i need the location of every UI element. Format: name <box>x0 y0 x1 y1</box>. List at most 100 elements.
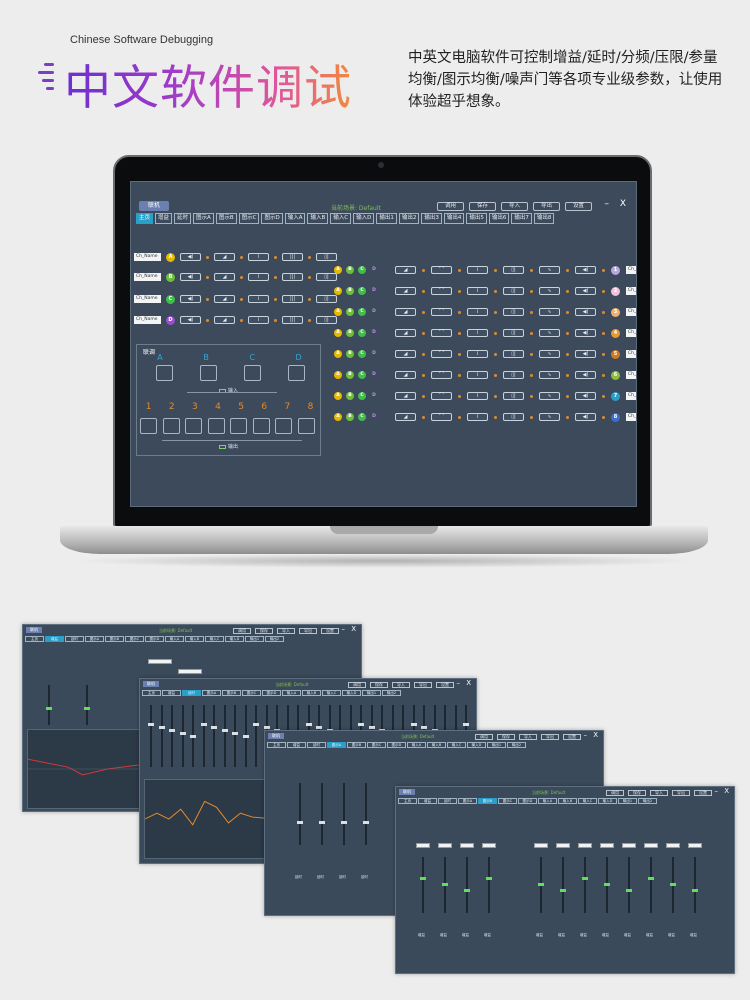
mute-toggle[interactable] <box>416 843 430 848</box>
output-module-button[interactable]: ◀) <box>575 413 596 421</box>
eq-band-knob[interactable] <box>253 723 259 726</box>
window-tab[interactable]: 图示A <box>202 690 221 696</box>
route-badge[interactable]: D <box>370 266 378 274</box>
eq-band-knob[interactable] <box>232 732 238 735</box>
route-badge[interactable]: B <box>346 413 354 421</box>
window-action-button[interactable]: 导入 <box>519 734 537 740</box>
input-module-button[interactable]: ▯| <box>316 273 337 281</box>
route-badge[interactable]: B <box>346 392 354 400</box>
window-tab[interactable]: 主页 <box>25 636 44 642</box>
output-module-button[interactable]: ⌇ <box>467 287 488 295</box>
output-module-button[interactable]: ◀) <box>575 266 596 274</box>
output-module-button[interactable]: ∿ <box>539 392 560 400</box>
window-tab[interactable]: 增益 <box>287 742 306 748</box>
window-tab[interactable]: 输出2 <box>507 742 526 748</box>
window-action-button[interactable]: 调用 <box>348 682 366 688</box>
output-link-toggle[interactable] <box>207 418 225 434</box>
window-controls[interactable]: – X <box>341 625 358 633</box>
tab-13[interactable]: 输出3 <box>421 213 442 224</box>
window-tab[interactable]: 输出2 <box>382 690 401 696</box>
window-tab[interactable]: 输入B <box>558 798 577 804</box>
window-tab[interactable]: 输入A <box>282 690 301 696</box>
input-module-button[interactable]: ⌇ <box>248 295 269 303</box>
eq-band-slider[interactable] <box>150 705 152 767</box>
eq-band-knob[interactable] <box>421 726 427 729</box>
window-tab[interactable]: 输入B <box>302 690 321 696</box>
window-connect-button[interactable]: 联机 <box>399 789 415 795</box>
output-module-button[interactable]: ◢ <box>395 308 416 316</box>
output-module-button[interactable]: ⌇ <box>467 413 488 421</box>
output-module-button[interactable]: ▯| <box>503 392 524 400</box>
tab-16[interactable]: 输出6 <box>488 213 510 224</box>
gain-slider[interactable] <box>86 685 88 725</box>
tab-2[interactable]: 延时 <box>174 213 192 224</box>
window-tab[interactable]: 增益 <box>418 798 437 804</box>
eq-band-knob[interactable] <box>463 723 469 726</box>
window-tab[interactable]: 输出1 <box>487 742 506 748</box>
channel-fader[interactable] <box>650 857 652 913</box>
input-link-toggle[interactable] <box>244 365 261 381</box>
output-module-button[interactable]: ⌇ <box>467 266 488 274</box>
window-action-button[interactable]: 保存 <box>255 628 273 634</box>
window-tab[interactable]: 图示A <box>85 636 104 642</box>
route-badge[interactable]: D <box>370 308 378 316</box>
eq-band-knob[interactable] <box>158 726 165 729</box>
eq-band-slider[interactable] <box>213 705 215 767</box>
output-module-button[interactable]: ◢ <box>395 350 416 358</box>
route-badge[interactable]: D <box>370 392 378 400</box>
input-module-button[interactable]: ◢ <box>214 295 235 303</box>
window-tab[interactable]: 图示B <box>347 742 366 748</box>
output-link-toggle[interactable] <box>252 418 270 434</box>
eq-band-slider[interactable] <box>255 705 257 767</box>
route-badge[interactable]: B <box>346 308 354 316</box>
channel-fader-knob[interactable] <box>464 889 470 892</box>
eq-band-knob[interactable] <box>368 726 375 729</box>
channel-fader-knob[interactable] <box>582 877 588 880</box>
channel-fader-knob[interactable] <box>538 883 544 886</box>
tab-8[interactable]: 输入B <box>307 213 329 224</box>
window-action-button[interactable]: 调用 <box>233 628 251 634</box>
route-badge[interactable]: B <box>346 287 354 295</box>
output-module-button[interactable]: ◀) <box>575 308 596 316</box>
input-name-field[interactable]: Ch_Name <box>134 316 161 324</box>
route-badge[interactable]: C <box>358 287 366 295</box>
input-module-button[interactable]: ||| <box>282 273 303 281</box>
route-badge[interactable]: A <box>334 413 342 421</box>
window-tab[interactable]: 图示D <box>262 690 281 696</box>
output-module-button[interactable]: ⌇ <box>467 308 488 316</box>
mute-toggle[interactable] <box>482 843 496 848</box>
route-badge[interactable]: A <box>334 350 342 358</box>
mute-toggle[interactable] <box>460 843 474 848</box>
input-module-button[interactable]: ◀) <box>180 253 201 261</box>
channel-fader-knob[interactable] <box>442 883 448 886</box>
delay-slider[interactable] <box>321 783 323 845</box>
window-tab[interactable]: 图示C <box>367 742 386 748</box>
eq-band-knob[interactable] <box>200 723 207 726</box>
input-name-field[interactable]: Ch_Name <box>134 295 161 303</box>
eq-band-slider[interactable] <box>234 705 236 767</box>
mute-toggle[interactable] <box>578 843 592 848</box>
recall-button[interactable]: 调用 <box>437 202 464 211</box>
tab-14[interactable]: 输出4 <box>443 213 465 224</box>
window-tab[interactable]: 输入C <box>322 690 341 696</box>
route-badge[interactable]: D <box>370 413 378 421</box>
window-action-button[interactable]: 调用 <box>606 790 624 796</box>
window-action-button[interactable]: 导入 <box>392 682 410 688</box>
route-badge[interactable]: B <box>346 266 354 274</box>
output-module-button[interactable]: ▯| <box>503 413 524 421</box>
mute-toggle[interactable] <box>600 843 614 848</box>
input-module-button[interactable]: ||| <box>282 253 303 261</box>
window-tab[interactable]: 输入D <box>342 690 361 696</box>
window-tab[interactable]: 输入B <box>185 636 204 642</box>
delay-slider[interactable] <box>365 783 367 845</box>
tab-9[interactable]: 输入C <box>330 213 352 224</box>
output-module-button[interactable]: ▯| <box>503 287 524 295</box>
window-tab[interactable]: 输入C <box>578 798 597 804</box>
output-link-toggle[interactable] <box>275 418 292 434</box>
window-tab[interactable]: 图示C <box>242 690 261 696</box>
output-link-toggle[interactable] <box>162 418 180 434</box>
window-tab[interactable]: 输入C <box>447 742 466 748</box>
input-module-button[interactable]: ▯| <box>316 295 337 303</box>
tab-6[interactable]: 图示D <box>261 213 283 224</box>
import-button[interactable]: 导入 <box>501 202 528 211</box>
